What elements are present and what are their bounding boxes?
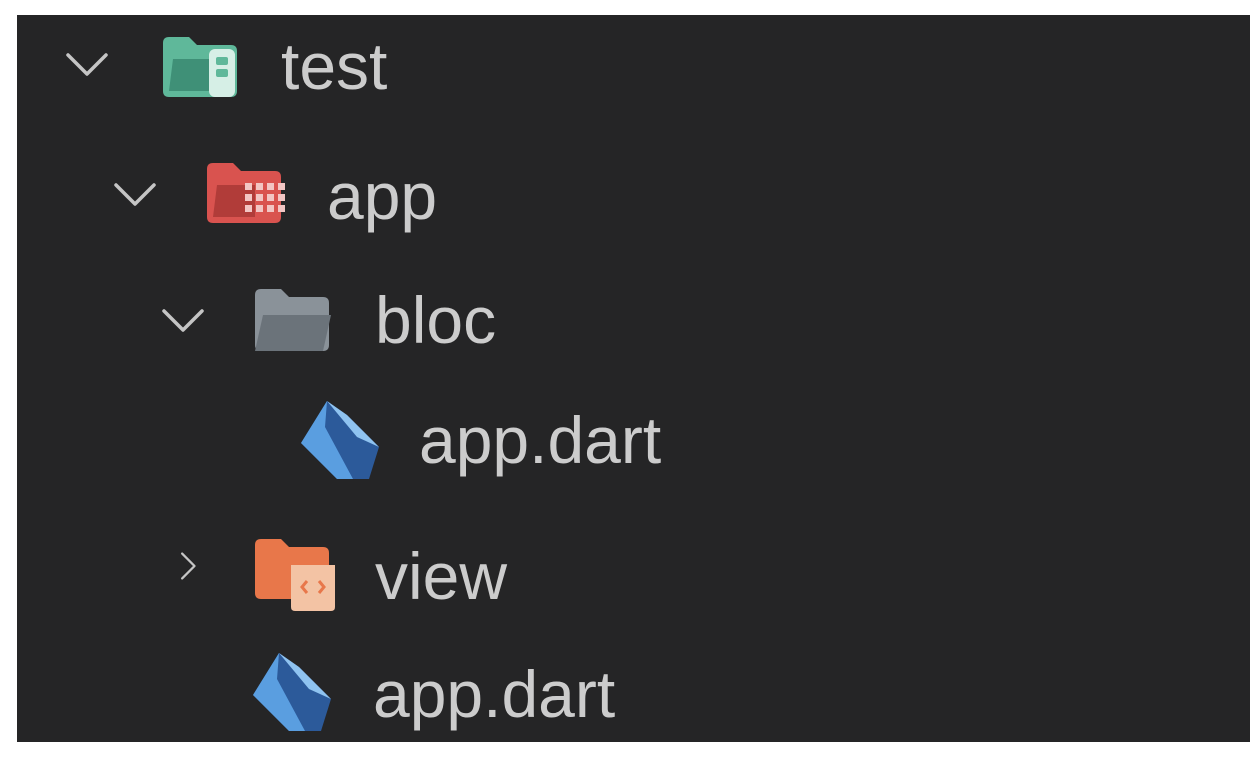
tree-item-label: app.dart bbox=[419, 403, 662, 477]
file-explorer-panel: test app bloc app.dart view app.dart bbox=[17, 15, 1250, 742]
chevron-down-icon[interactable] bbox=[160, 305, 206, 335]
tree-item-app-dart[interactable]: app.dart bbox=[17, 643, 1250, 753]
folder-app-icon bbox=[207, 163, 285, 223]
tree-item-app-dart[interactable]: app.dart bbox=[17, 395, 1250, 505]
tree-item-test[interactable]: test bbox=[17, 15, 1250, 125]
tree-item-label: bloc bbox=[375, 283, 497, 357]
dart-icon bbox=[253, 653, 331, 731]
folder-icon bbox=[255, 289, 331, 351]
folder-test-icon bbox=[163, 37, 237, 97]
tree-item-label: app bbox=[327, 159, 438, 233]
chevron-down-icon[interactable] bbox=[112, 179, 158, 209]
tree-item-view[interactable]: view bbox=[17, 523, 1250, 633]
tree-item-app[interactable]: app bbox=[17, 143, 1250, 253]
tree-item-label: app.dart bbox=[373, 657, 616, 731]
tree-item-bloc[interactable]: bloc bbox=[17, 271, 1250, 381]
chevron-right-icon[interactable] bbox=[165, 551, 211, 581]
chevron-down-icon[interactable] bbox=[64, 49, 110, 79]
tree-item-label: test bbox=[281, 29, 388, 103]
folder-view-icon bbox=[255, 539, 335, 611]
dart-icon bbox=[301, 401, 379, 479]
tree-item-label: view bbox=[375, 539, 508, 613]
